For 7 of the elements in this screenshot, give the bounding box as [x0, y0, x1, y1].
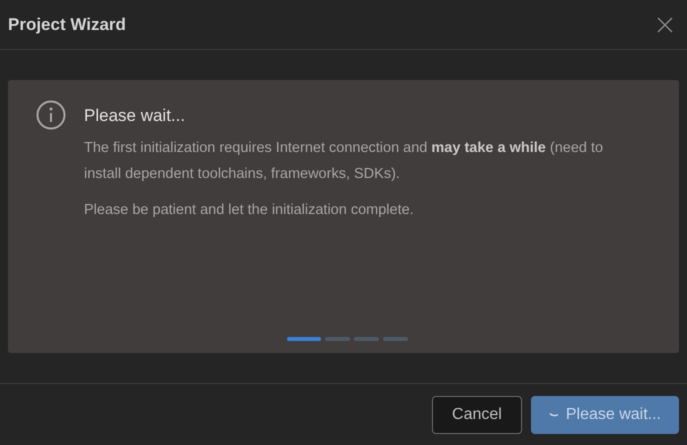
notice-text: The first initialization requires Internet connection and may take a while (need to install dependent toolchains, frameworks, SDKs).	[84, 138, 604, 184]
notice-text: Please be patient and let the initialization complete.	[84, 200, 415, 220]
close-icon[interactable]	[657, 16, 673, 32]
notice-heading: Please wait...	[84, 105, 186, 127]
cancel-button[interactable]: Cancel	[432, 396, 522, 434]
info-icon	[36, 100, 66, 130]
window-title: Project Wizard	[8, 14, 126, 36]
